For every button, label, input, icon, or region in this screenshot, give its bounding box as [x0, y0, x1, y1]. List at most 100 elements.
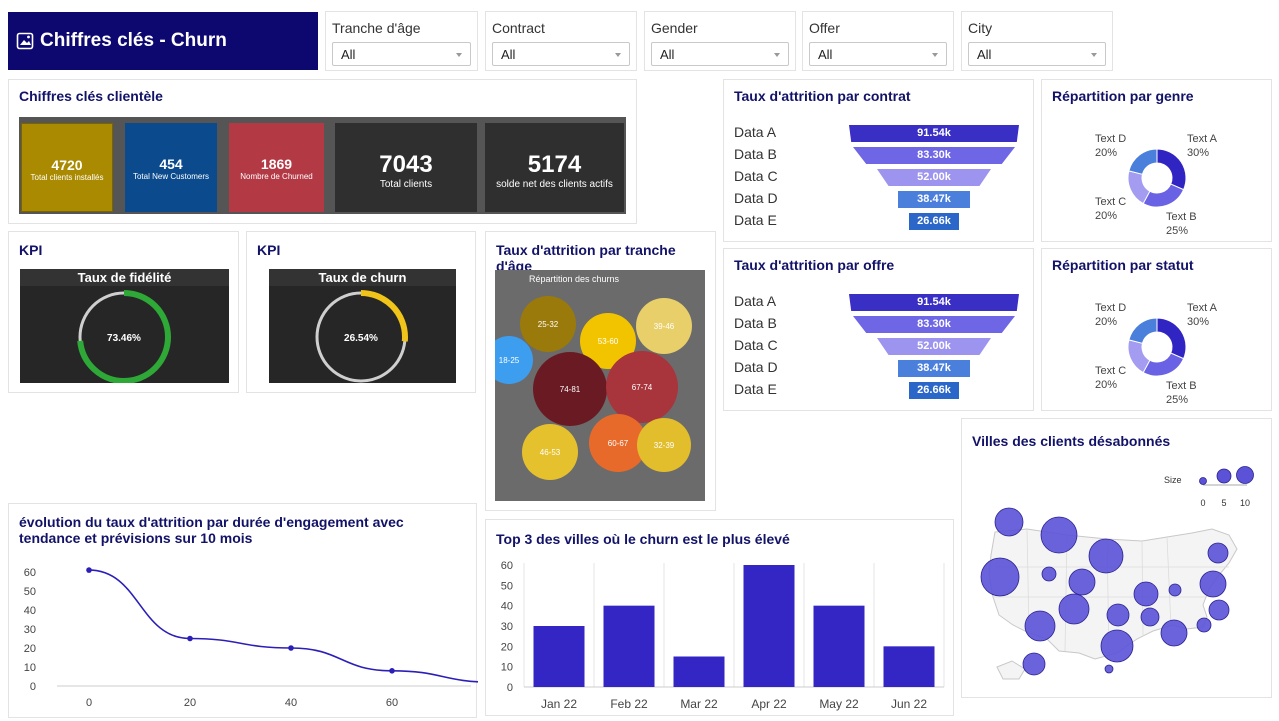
city-bubble: [1208, 599, 1230, 621]
gauge-panel: Taux de fidélité 73.46%: [20, 269, 229, 383]
slice-pct: 20%: [1095, 316, 1118, 328]
line-chart: 0102030405060020406080: [24, 567, 478, 709]
age-bubble-label: 46-53: [540, 448, 561, 457]
filter-dropdown[interactable]: All: [809, 42, 947, 66]
page-title: Chiffres clés - Churn: [40, 30, 227, 51]
bar: [673, 656, 725, 687]
filter-value: All: [977, 47, 992, 62]
age-bubble-label: 53-60: [598, 337, 619, 346]
funnel-bar: 26.66k: [909, 213, 959, 230]
y-tick-label: 50: [501, 580, 513, 592]
x-tick-label: 0: [86, 697, 92, 709]
donut-slice: [1142, 183, 1185, 208]
donut-label-text-d: Text D 20%: [1095, 132, 1126, 160]
map-card: Villes des clients désabonnés Size 0 5 1…: [961, 418, 1272, 698]
gauge-svg: 73.46%: [77, 290, 171, 383]
donut-slice: [1128, 148, 1158, 175]
line-point: [86, 567, 92, 573]
donut-label-text-a: Text A 30%: [1187, 301, 1217, 329]
funnel-bar: 91.54k: [849, 294, 1019, 311]
city-bubble: [1088, 538, 1124, 574]
filter-dropdown[interactable]: All: [651, 42, 789, 66]
city-bubble: [1207, 542, 1229, 564]
map-legend-title: Size: [1164, 475, 1182, 485]
slice-pct: 20%: [1095, 379, 1118, 391]
kpi-tile: 454 Total New Customers: [125, 123, 217, 212]
city-bubble: [1133, 581, 1159, 607]
donut-label-text-c: Text C 20%: [1095, 195, 1126, 223]
kpi-tile: 1869 Nombre de Churned: [229, 123, 324, 212]
kpi-label: Total New Customers: [132, 172, 210, 181]
x-tick-label: 20: [184, 697, 196, 709]
city-bubble: [1041, 566, 1057, 582]
funnel-row-label: Data E: [734, 212, 777, 228]
gauge-panel: Taux de churn 26.54%: [269, 269, 456, 383]
filter-value: All: [818, 47, 833, 62]
kpi-label: Total clients installés: [30, 173, 104, 182]
bar: [743, 565, 795, 687]
age-bubble-label: 74-81: [560, 385, 581, 394]
line-point: [288, 645, 294, 651]
city-bubble: [1040, 516, 1078, 554]
funnel-bar: 52.00k: [877, 338, 991, 355]
kpi-value: 1869: [260, 156, 293, 172]
gauge-value: 73.46%: [107, 333, 141, 344]
filter-tranche-age: Tranche d'âge All: [325, 11, 478, 71]
kpi-churn-card: KPI Taux de churn 26.54%: [246, 231, 476, 393]
kpi-value: 454: [159, 156, 183, 172]
chevron-down-icon: [1091, 53, 1097, 57]
chevron-down-icon: [932, 53, 938, 57]
donut-slice: [1156, 317, 1187, 360]
donut-label-text-a: Text A 30%: [1187, 132, 1217, 160]
slice-name: Text D: [1095, 133, 1127, 145]
city-bubble: [1068, 568, 1096, 596]
slice-name: Text A: [1187, 302, 1217, 314]
kpi-tile: 4720 Total clients installés: [21, 123, 113, 212]
donut-slice: [1128, 317, 1158, 344]
filter-label: Gender: [651, 20, 698, 36]
x-tick-label: 60: [386, 697, 398, 709]
city-bubble: [1140, 607, 1160, 627]
x-tick-label: May 22: [819, 697, 859, 711]
filter-dropdown[interactable]: All: [492, 42, 630, 66]
slice-name: Text D: [1095, 302, 1127, 314]
y-tick-label: 0: [507, 682, 513, 694]
funnel-row-label: Data E: [734, 381, 777, 397]
filter-gender: Gender All: [644, 11, 796, 71]
slice-name: Text C: [1095, 365, 1127, 377]
city-bubble: [1104, 664, 1114, 674]
filter-label: Contract: [492, 20, 545, 36]
city-bubble: [994, 507, 1024, 537]
age-bubble-label: 32-39: [654, 441, 675, 450]
filter-dropdown[interactable]: All: [332, 42, 471, 66]
x-tick-label: Jan 22: [541, 697, 577, 711]
slice-name: Text B: [1166, 380, 1197, 392]
filter-city: City All: [961, 11, 1113, 71]
city-bubble: [1199, 570, 1227, 598]
funnel-row-label: Data B: [734, 315, 777, 331]
city-bubble: [980, 557, 1020, 597]
gauge-value: 26.54%: [344, 333, 378, 344]
slice-name: Text A: [1187, 133, 1217, 145]
line-point: [187, 635, 193, 642]
city-bubble: [1168, 583, 1182, 597]
filter-contract: Contract All: [485, 11, 637, 71]
y-tick-label: 20: [501, 641, 513, 653]
key-figures-strip: 4720 Total clients installés 454 Total N…: [19, 117, 626, 214]
filter-value: All: [501, 47, 516, 62]
funnel-bar: 83.30k: [853, 316, 1015, 333]
x-tick-label: Apr 22: [751, 697, 787, 711]
card-title: Taux d'attrition par contrat: [734, 88, 911, 104]
image-icon: [16, 32, 34, 50]
slice-pct: 25%: [1166, 225, 1189, 237]
line-point: [389, 668, 395, 674]
legend-label: 0: [1200, 498, 1205, 508]
age-bubble-label: 67-74: [632, 383, 653, 392]
slice-pct: 30%: [1187, 316, 1210, 328]
funnel-bar: 83.30k: [853, 147, 1015, 164]
filter-value: All: [660, 47, 675, 62]
filter-label: City: [968, 20, 993, 36]
funnel-offre-card: Taux d'attrition par offre Data A 91.54k D…: [723, 248, 1034, 411]
bar-chart-card: Top 3 des villes où le churn est le plus…: [485, 519, 954, 716]
filter-dropdown[interactable]: All: [968, 42, 1106, 66]
